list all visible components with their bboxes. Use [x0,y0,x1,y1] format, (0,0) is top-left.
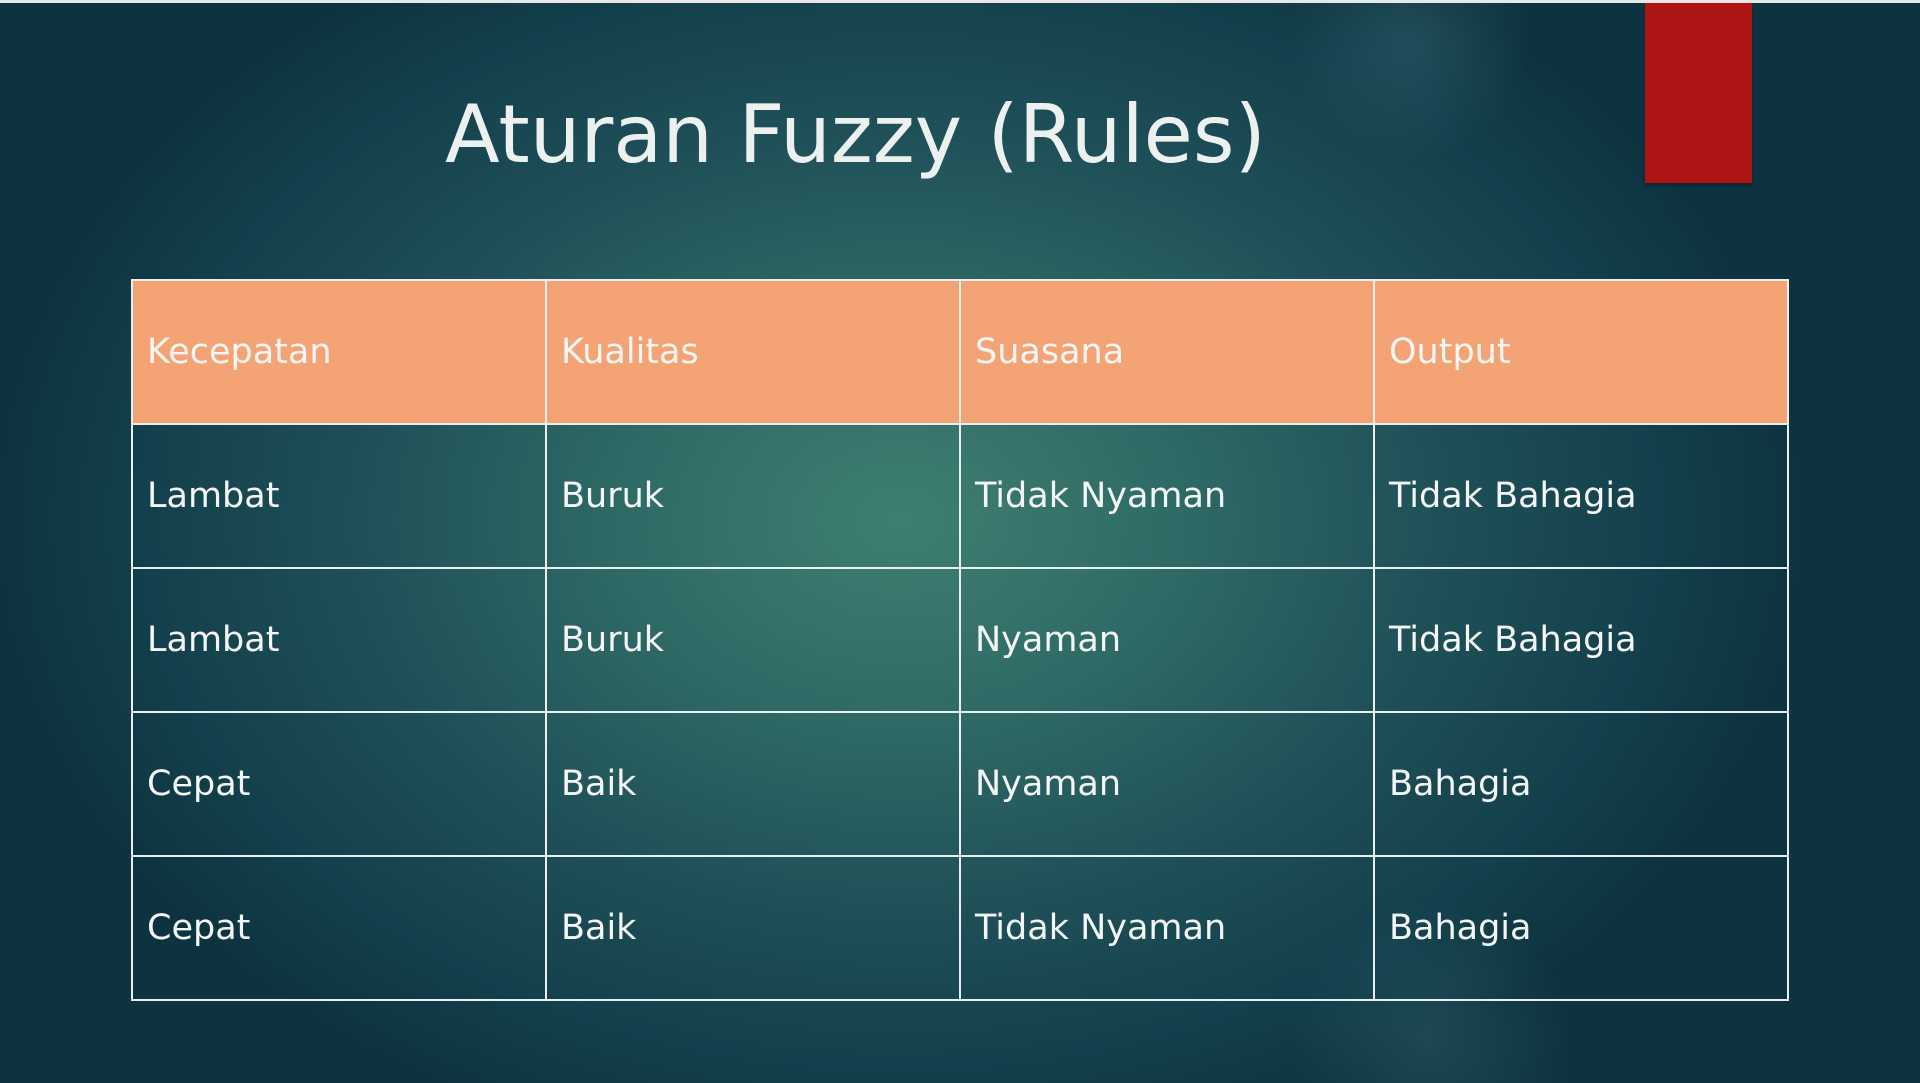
cell-kecepatan: Lambat [131,567,547,713]
slide: Aturan Fuzzy (Rules) Kecepatan Kualitas … [0,0,1920,1083]
cell-kualitas: Baik [545,855,961,1001]
cell-output: Tidak Bahagia [1373,423,1789,569]
table-row: Lambat Buruk Tidak Nyaman Tidak Bahagia [131,423,1789,569]
cell-suasana: Tidak Nyaman [959,855,1375,1001]
header-output: Output [1373,279,1789,425]
cell-output: Bahagia [1373,855,1789,1001]
table-row: Lambat Buruk Nyaman Tidak Bahagia [131,567,1789,713]
header-kecepatan: Kecepatan [131,279,547,425]
cell-suasana: Tidak Nyaman [959,423,1375,569]
table-row: Cepat Baik Nyaman Bahagia [131,711,1789,857]
table-row: Cepat Baik Tidak Nyaman Bahagia [131,855,1789,1001]
cell-suasana: Nyaman [959,711,1375,857]
cell-output: Bahagia [1373,711,1789,857]
slide-title: Aturan Fuzzy (Rules) [445,88,1266,181]
red-accent-bar [1645,3,1752,183]
cell-kualitas: Buruk [545,567,961,713]
cell-kecepatan: Cepat [131,855,547,1001]
cell-kualitas: Baik [545,711,961,857]
header-kualitas: Kualitas [545,279,961,425]
cell-suasana: Nyaman [959,567,1375,713]
cell-kecepatan: Lambat [131,423,547,569]
fuzzy-rules-table: Kecepatan Kualitas Suasana Output Lambat… [131,279,1789,1001]
header-suasana: Suasana [959,279,1375,425]
table-header-row: Kecepatan Kualitas Suasana Output [131,279,1789,425]
slide-top-edge [0,0,1920,3]
cell-kecepatan: Cepat [131,711,547,857]
cell-output: Tidak Bahagia [1373,567,1789,713]
cell-kualitas: Buruk [545,423,961,569]
